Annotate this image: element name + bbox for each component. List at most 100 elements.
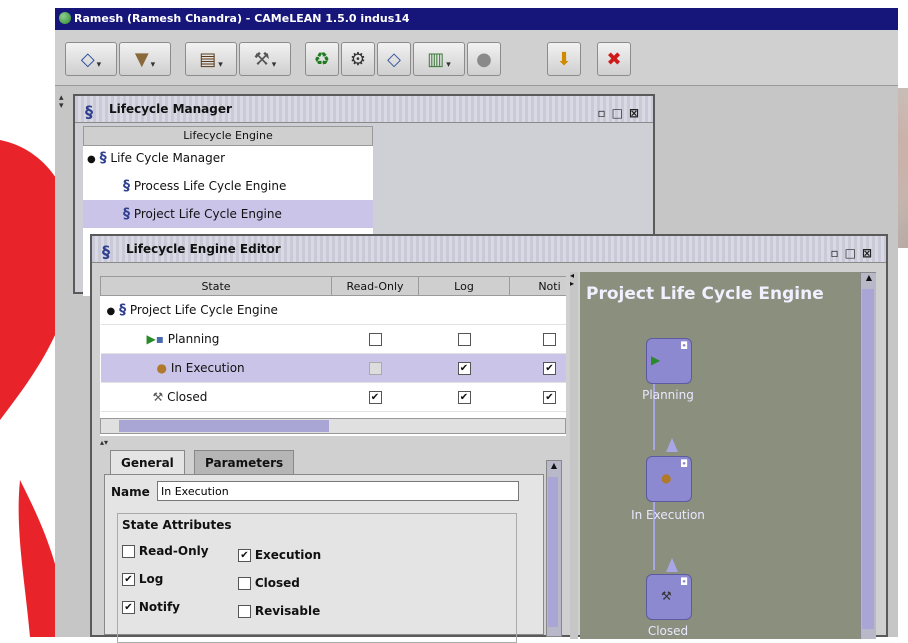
horizontal-scrollbar[interactable]: [100, 418, 566, 434]
editor-titlebar[interactable]: § Lifecycle Engine Editor ▫□⊠: [92, 236, 886, 263]
lifecycle-engine-header[interactable]: Lifecycle Engine: [83, 126, 373, 146]
window-titlebar[interactable]: Ramesh (Ramesh Chandra) - CAMeLEAN 1.5.0…: [55, 8, 898, 30]
vertical-scrollbar[interactable]: ▲: [546, 460, 562, 637]
readonly-checkbox[interactable]: [368, 333, 382, 346]
dna-icon: §: [99, 150, 107, 166]
disabled-icon: ●: [476, 48, 492, 70]
app-icon: [59, 12, 71, 24]
frame-controls: ▫□⊠: [830, 240, 878, 266]
closed-option[interactable]: Closed: [238, 576, 300, 590]
column-header-log[interactable]: Log: [418, 276, 510, 296]
option-label: Log: [138, 572, 164, 586]
scroll-thumb[interactable]: [119, 420, 329, 432]
notify-checkbox[interactable]: ✔: [122, 601, 135, 614]
log-checkbox[interactable]: ✔: [457, 391, 471, 404]
notify-option[interactable]: ✔ Notify: [122, 600, 180, 614]
tools-icon: ⚒: [253, 48, 270, 70]
dna-icon: §: [123, 206, 130, 222]
diagram-node-planning[interactable]: ▶ ◘: [646, 338, 692, 384]
books-button[interactable]: ▤ ▾: [185, 42, 237, 76]
table-row[interactable]: ● § Project Life Cycle Engine: [100, 295, 566, 325]
lifecycle-manager-titlebar[interactable]: § Lifecycle Manager ▫□⊠: [75, 96, 653, 123]
readonly-checkbox[interactable]: [368, 362, 382, 375]
close-icon[interactable]: ⊠: [629, 106, 645, 120]
chart-icon: ▥: [427, 48, 445, 70]
name-field[interactable]: [157, 481, 519, 501]
chevron-down-icon[interactable]: ▾: [272, 60, 277, 70]
chevron-down-icon[interactable]: ▾: [151, 60, 156, 70]
scroll-up-icon[interactable]: ▲: [547, 461, 561, 470]
splitter[interactable]: ◂ ▸: [570, 272, 578, 639]
readonly-checkbox[interactable]: ✔: [368, 391, 382, 404]
tree-row[interactable]: ● § Life Cycle Manager: [87, 144, 369, 172]
split-grip[interactable]: ▴▾: [100, 438, 108, 447]
recycle-icon: ♻: [313, 48, 331, 70]
tab-general[interactable]: General: [110, 450, 185, 475]
diagram-node-in-execution[interactable]: ● ◘: [646, 456, 692, 502]
log-option[interactable]: ✔ Log: [122, 572, 163, 586]
state-attributes-group: State Attributes Read-Only ✔ Execution ✔…: [117, 513, 517, 643]
chevron-down-icon[interactable]: ▾: [446, 60, 451, 70]
revisable-checkbox[interactable]: [238, 605, 251, 618]
process-button[interactable]: ◇ ▾: [65, 42, 117, 76]
option-label: Read-Only: [138, 544, 209, 558]
state-icon: ▪: [155, 332, 164, 346]
restore-icon[interactable]: ▫: [830, 246, 844, 260]
maximize-icon[interactable]: □: [612, 106, 629, 120]
info-icon: ◘: [680, 341, 688, 352]
column-header-notify[interactable]: Noti: [509, 276, 566, 296]
chevron-down-icon[interactable]: ▾: [97, 60, 102, 70]
tree-row-selected[interactable]: § Project Life Cycle Engine: [83, 200, 373, 228]
readonly-option[interactable]: Read-Only: [122, 544, 209, 558]
state-properties-panel: General Parameters Name State Attributes…: [100, 450, 566, 643]
log-checkbox[interactable]: ✔: [122, 573, 135, 586]
execution-option[interactable]: ✔ Execution: [238, 548, 321, 562]
log-checkbox[interactable]: [457, 333, 471, 346]
panel-grip[interactable]: ▴ ▾: [59, 94, 67, 124]
recycle-button[interactable]: ♻: [305, 42, 339, 76]
notify-checkbox[interactable]: [543, 333, 556, 346]
scroll-up-icon[interactable]: ▲: [861, 273, 876, 282]
download-button[interactable]: ⬇: [547, 42, 581, 76]
dna-icon: §: [119, 302, 127, 318]
tab-parameters[interactable]: Parameters: [194, 450, 295, 475]
disabled-button[interactable]: ●: [467, 42, 501, 76]
chart-button[interactable]: ▥ ▾: [413, 42, 465, 76]
table-row-selected[interactable]: ● In Execution ✔ ✔: [100, 353, 566, 383]
table-row[interactable]: ▶▪ Planning: [100, 324, 566, 354]
revisable-option[interactable]: Revisable: [238, 604, 320, 618]
execution-checkbox[interactable]: ✔: [238, 549, 251, 562]
tools-button[interactable]: ⚒ ▾: [239, 42, 291, 76]
expander-icon[interactable]: ●: [87, 154, 96, 165]
arrow-down-icon: ⬇: [556, 48, 572, 70]
column-header-state[interactable]: State: [100, 276, 332, 296]
column-header-readonly[interactable]: Read-Only: [331, 276, 419, 296]
option-label: Revisable: [254, 604, 321, 618]
readonly-checkbox[interactable]: [122, 545, 135, 558]
restore-icon[interactable]: ▫: [597, 106, 611, 120]
filter-button[interactable]: ▼ ▾: [119, 42, 171, 76]
log-checkbox[interactable]: ✔: [457, 362, 471, 375]
notify-checkbox[interactable]: ✔: [543, 391, 556, 404]
notify-checkbox[interactable]: ✔: [543, 362, 556, 375]
scroll-thumb[interactable]: [548, 477, 558, 627]
maximize-icon[interactable]: □: [845, 246, 862, 260]
dna-icon: §: [85, 102, 93, 121]
tree-row[interactable]: § Process Life Cycle Engine: [123, 172, 373, 200]
tool-icon: ⚒: [152, 390, 164, 404]
main-toolbar: ◇ ▾ ▼ ▾ ▤ ▾ ⚒ ▾ ♻ ⚙ ◇ ▥ ▾ ● ⬇ ✖: [55, 30, 898, 86]
transition-arrows: [653, 382, 678, 572]
diagram-vertical-scrollbar[interactable]: ▲: [860, 272, 876, 639]
expander-icon[interactable]: ●: [107, 306, 116, 317]
lifecycle-engine-editor-frame: § Lifecycle Engine Editor ▫□⊠ State Read…: [90, 234, 888, 643]
table-row[interactable]: ⚒ Closed ✔ ✔ ✔: [100, 382, 566, 412]
option-label: Closed: [254, 576, 300, 590]
chevron-down-icon[interactable]: ▾: [218, 60, 223, 70]
tag-button[interactable]: ◇: [377, 42, 411, 76]
network-button[interactable]: ⚙: [341, 42, 375, 76]
closed-checkbox[interactable]: [238, 577, 251, 590]
stop-button[interactable]: ✖: [597, 42, 631, 76]
close-icon[interactable]: ⊠: [862, 246, 878, 260]
diagram-node-closed[interactable]: ⚒ ◘: [646, 574, 692, 620]
scroll-thumb[interactable]: [862, 289, 874, 629]
